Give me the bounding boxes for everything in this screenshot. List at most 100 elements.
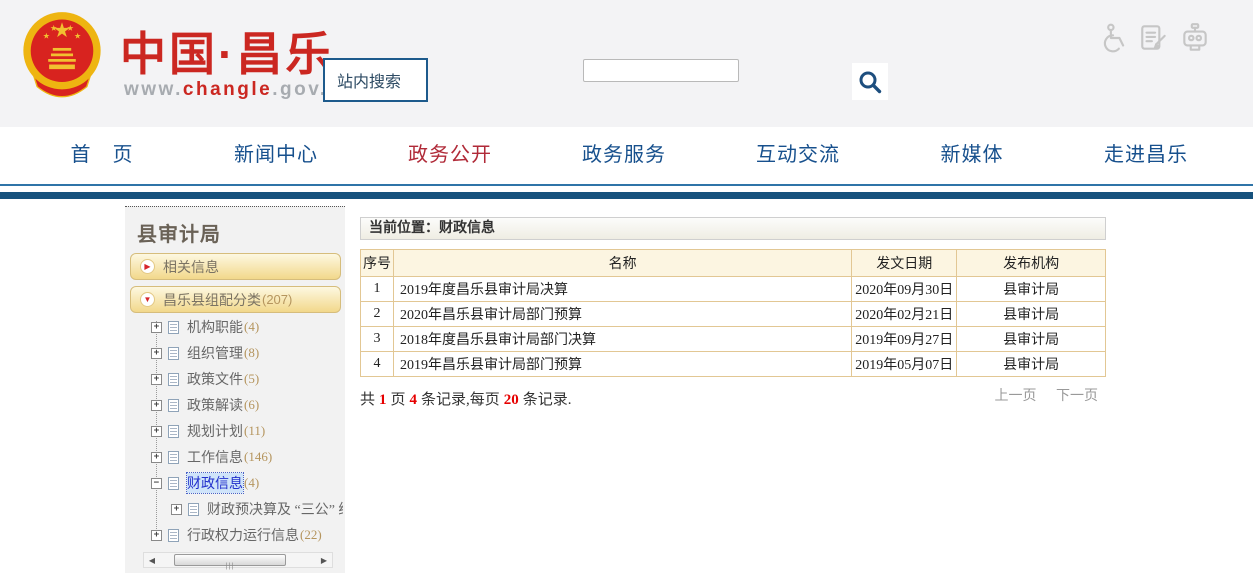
site-header: 中国·昌乐 www.changle.gov.cn 站内搜索: [0, 0, 1253, 127]
per-page-count: 20: [504, 392, 519, 408]
tree-expand-icon[interactable]: [151, 374, 162, 385]
search-input[interactable]: [583, 59, 739, 82]
site-title[interactable]: 中国·昌乐: [120, 18, 334, 84]
main-nav: 首 页 新闻中心 政务公开 政务服务 互动交流 新媒体 走进昌乐: [0, 127, 1253, 184]
pagination-summary: 共1页4条记录,每页20条记录.: [360, 388, 572, 409]
tree-expand-icon[interactable]: [151, 426, 162, 437]
scroll-right-arrow-icon[interactable]: ▶: [316, 556, 332, 565]
col-header-name: 名称: [393, 250, 851, 277]
page: 中国·昌乐 www.changle.gov.cn 站内搜索: [0, 0, 1253, 573]
table-header-row: 序号 名称 发文日期 发布机构: [361, 250, 1106, 277]
pagination-controls: 上一页 下一页: [979, 385, 1099, 405]
tree-item-policy-documents[interactable]: 政策文件: [187, 369, 243, 389]
document-icon: [168, 399, 179, 412]
record-count: 4: [410, 392, 418, 408]
category-tree: 机构职能(4) 组织管理(8) 政策文件(5) 政策解读(6) 规划计划(11): [125, 207, 345, 573]
cell-seq: 3: [361, 327, 394, 352]
nav-government-services[interactable]: 政务服务: [537, 127, 711, 184]
document-table: 序号 名称 发文日期 发布机构 1 2019年度昌乐县审计局决算 2020年09…: [360, 249, 1106, 377]
nav-divider-thick: [0, 192, 1253, 199]
tree-row: 财政信息(4): [151, 470, 343, 496]
nav-home[interactable]: 首 页: [15, 127, 189, 184]
col-header-date: 发文日期: [852, 250, 957, 277]
tree-row: 财政预决算及 “三公” 经: [171, 496, 343, 522]
cell-doc-link[interactable]: 2019年度昌乐县审计局决算: [393, 277, 851, 302]
tree-row: 政策解读(6): [151, 392, 343, 418]
nav-about-changle[interactable]: 走进昌乐: [1059, 127, 1233, 184]
national-emblem-logo[interactable]: [16, 6, 108, 112]
tree-row: 政策文件(5): [151, 366, 343, 392]
nav-news-center[interactable]: 新闻中心: [189, 127, 363, 184]
search-icon: [857, 69, 883, 95]
tree-row: 规划计划(11): [151, 418, 343, 444]
accessibility-icon[interactable]: [1097, 22, 1129, 54]
page-count: 1: [379, 392, 387, 408]
document-icon: [168, 529, 179, 542]
tree-item-agency-functions[interactable]: 机构职能: [187, 317, 243, 337]
document-icon: [168, 425, 179, 438]
tree-expand-icon[interactable]: [151, 530, 162, 541]
cell-seq: 1: [361, 277, 394, 302]
cell-doc-link[interactable]: 2020年昌乐县审计局部门预算: [393, 302, 851, 327]
nav-government-disclosure[interactable]: 政务公开: [363, 127, 537, 184]
site-search-label-text: 站内搜索: [337, 68, 401, 92]
tree-collapse-icon[interactable]: [151, 478, 162, 489]
prev-page-button[interactable]: 上一页: [995, 389, 1037, 404]
document-icon: [168, 451, 179, 464]
cell-doc-link[interactable]: 2019年昌乐县审计局部门预算: [393, 352, 851, 377]
cell-date: 2019年09月27日: [852, 327, 957, 352]
site-url: www.changle.gov.cn: [124, 79, 355, 101]
nav-divider-thin: [0, 184, 1253, 186]
cell-org: 县审计局: [957, 327, 1106, 352]
tree-expand-icon[interactable]: [151, 400, 162, 411]
cell-org: 县审计局: [957, 277, 1106, 302]
tree-item-budget-final-accounts[interactable]: 财政预决算及 “三公” 经: [207, 499, 343, 519]
cell-seq: 4: [361, 352, 394, 377]
table-row: 3 2018年度昌乐县审计局部门决算 2019年09月27日 县审计局: [361, 327, 1106, 352]
table-row: 4 2019年昌乐县审计局部门预算 2019年05月07日 县审计局: [361, 352, 1106, 377]
scroll-left-arrow-icon[interactable]: ◀: [144, 556, 160, 565]
col-header-seq: 序号: [361, 250, 394, 277]
tree-expand-icon[interactable]: [151, 322, 162, 333]
tree-expand-icon[interactable]: [151, 452, 162, 463]
tree-item-admin-power-information[interactable]: 行政权力运行信息: [187, 525, 299, 545]
edit-note-icon[interactable]: [1138, 22, 1170, 54]
document-icon: [168, 321, 179, 334]
cell-date: 2019年05月07日: [852, 352, 957, 377]
scrollbar-thumb[interactable]: [174, 554, 286, 566]
tree-item-planning[interactable]: 规划计划: [187, 421, 243, 441]
document-icon: [168, 477, 179, 490]
document-icon: [168, 373, 179, 386]
header-utility-icons: [1097, 22, 1211, 54]
breadcrumb: 当前位置：财政信息: [360, 217, 1106, 240]
pagination: 共1页4条记录,每页20条记录. 上一页 下一页: [360, 385, 1106, 405]
sidebar: 县审计局 ▶ 相关信息 ▼ 昌乐县组配分类(207) 机构职能(4) 组织管理(…: [125, 206, 345, 573]
document-icon: [188, 503, 199, 516]
cell-date: 2020年09月30日: [852, 277, 957, 302]
cell-date: 2020年02月21日: [852, 302, 957, 327]
tree-expand-icon[interactable]: [171, 504, 182, 515]
nav-new-media[interactable]: 新媒体: [885, 127, 1059, 184]
nav-interaction[interactable]: 互动交流: [711, 127, 885, 184]
breadcrumb-text: 当前位置：财政信息: [369, 221, 495, 236]
table-row: 2 2020年昌乐县审计局部门预算 2020年02月21日 县审计局: [361, 302, 1106, 327]
tree-row: 组织管理(8): [151, 340, 343, 366]
col-header-org: 发布机构: [957, 250, 1106, 277]
cell-doc-link[interactable]: 2018年度昌乐县审计局部门决算: [393, 327, 851, 352]
tree-row: 行政权力运行信息(22): [151, 522, 343, 548]
robot-assistant-icon[interactable]: [1179, 22, 1211, 54]
tree-expand-icon[interactable]: [151, 348, 162, 359]
tree-row: 机构职能(4): [151, 314, 343, 340]
sidebar-horizontal-scrollbar[interactable]: ◀ ▶: [143, 552, 333, 568]
site-search-label: 站内搜索: [323, 58, 428, 102]
tree-row: 工作信息(146): [151, 444, 343, 470]
cell-seq: 2: [361, 302, 394, 327]
cell-org: 县审计局: [957, 352, 1106, 377]
search-button[interactable]: [852, 63, 888, 100]
tree-item-organization-management[interactable]: 组织管理: [187, 343, 243, 363]
tree-item-policy-interpretation[interactable]: 政策解读: [187, 395, 243, 415]
next-page-button[interactable]: 下一页: [1056, 389, 1098, 404]
tree-item-finance-information[interactable]: 财政信息: [187, 473, 243, 493]
tree-item-work-information[interactable]: 工作信息: [187, 447, 243, 467]
document-icon: [168, 347, 179, 360]
